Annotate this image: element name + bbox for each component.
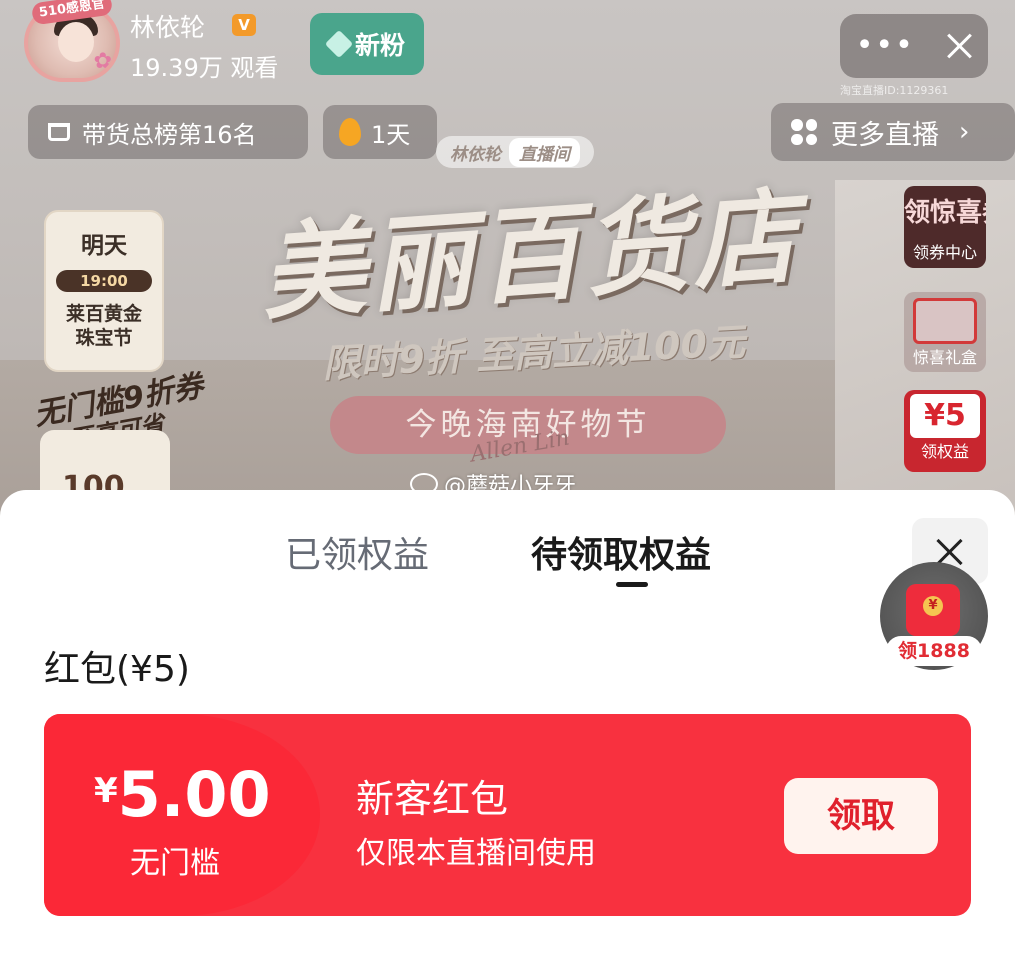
event-name-line1: 莱百黄金 (65, 303, 142, 325)
viewer-count: 19.39万 观看 (130, 54, 279, 82)
floating-red-packet[interactable]: 领1888 (880, 562, 988, 670)
claim-benefit-button[interactable]: ¥5 领权益 (904, 390, 986, 472)
banner-tag: 林依轮 直播间 (436, 136, 594, 168)
cart-icon (48, 123, 70, 141)
flower-icon: ✿ (93, 49, 112, 74)
streak-pill[interactable]: 1天 (323, 105, 437, 159)
event-time: 19:00 (56, 270, 152, 292)
coupon-description: 仅限本直播间使用 (356, 836, 596, 871)
red-packet-icon (906, 584, 960, 636)
top-controls: ••• (840, 14, 988, 78)
more-live-button[interactable]: 更多直播 › (771, 103, 1015, 161)
banner-tag-name: 林依轮 (450, 144, 501, 165)
active-tab-indicator (616, 582, 648, 587)
verified-icon: V (232, 14, 256, 36)
more-live-label: 更多直播 (831, 119, 939, 151)
tab-claimed-benefits[interactable]: 已领权益 (285, 526, 429, 578)
fire-icon (339, 118, 361, 146)
surprise-gift-label: 惊喜礼盒 (912, 348, 977, 367)
coupon-center-button[interactable]: 领惊喜券 领券中心 (904, 186, 986, 268)
room-id: 淘宝直播ID:1129361 (840, 84, 949, 97)
more-options-icon[interactable]: ••• (856, 31, 915, 61)
close-stream-icon[interactable] (946, 33, 972, 59)
benefit-amount: ¥5 (910, 394, 980, 438)
chevron-right-icon: › (959, 117, 970, 147)
grid-icon (791, 119, 817, 145)
banner-tag-live: 直播间 (509, 137, 580, 167)
surprise-gift-button[interactable]: 惊喜礼盒 (904, 292, 986, 372)
coupon-center-label: 领券中心 (912, 243, 977, 262)
red-packet-coupon: ¥5.00 无门槛 新客红包 仅限本直播间使用 领取 (44, 714, 971, 916)
gift-box-icon (913, 298, 977, 344)
live-stream-background: ✿ 510感恩官 林依轮 V 19.39万 观看 新粉 ••• 淘宝直播ID:1… (0, 0, 1015, 520)
coupon-center-graphic: 领惊喜券 (904, 198, 986, 228)
new-fans-button[interactable]: 新粉 (310, 13, 424, 75)
claim-button[interactable]: 领取 (784, 778, 938, 854)
claim-benefit-label: 领权益 (920, 442, 969, 461)
tab-pending-benefits[interactable]: 待领取权益 (531, 526, 711, 578)
new-fans-label: 新粉 (354, 31, 405, 60)
streamer-name[interactable]: 林依轮 (130, 8, 205, 44)
coupon-value: ¥5.00 (94, 758, 271, 831)
section-title: 红包(¥5) (44, 649, 190, 690)
coupon-currency: ¥ (94, 771, 118, 811)
diamond-icon (324, 29, 354, 59)
event-name-line2: 珠宝节 (75, 327, 133, 349)
floating-red-packet-label: 领1888 (886, 636, 982, 666)
coupon-threshold: 无门槛 (130, 846, 220, 881)
sales-rank-label: 带货总榜第16名 (82, 120, 257, 149)
sales-rank-pill[interactable]: 带货总榜第16名 (28, 105, 308, 159)
event-day: 明天 (81, 233, 127, 259)
upcoming-event-card[interactable]: 明天 19:00 莱百黄金 珠宝节 (44, 210, 164, 372)
coupon-amount: 5.00 (117, 758, 271, 831)
streak-label: 1天 (371, 120, 411, 149)
coupon-name: 新客红包 (356, 777, 509, 821)
benefits-sheet: 已领权益 待领取权益 红包(¥5) ¥5.00 无门槛 新客红包 仅限本直播间使… (0, 490, 1015, 960)
